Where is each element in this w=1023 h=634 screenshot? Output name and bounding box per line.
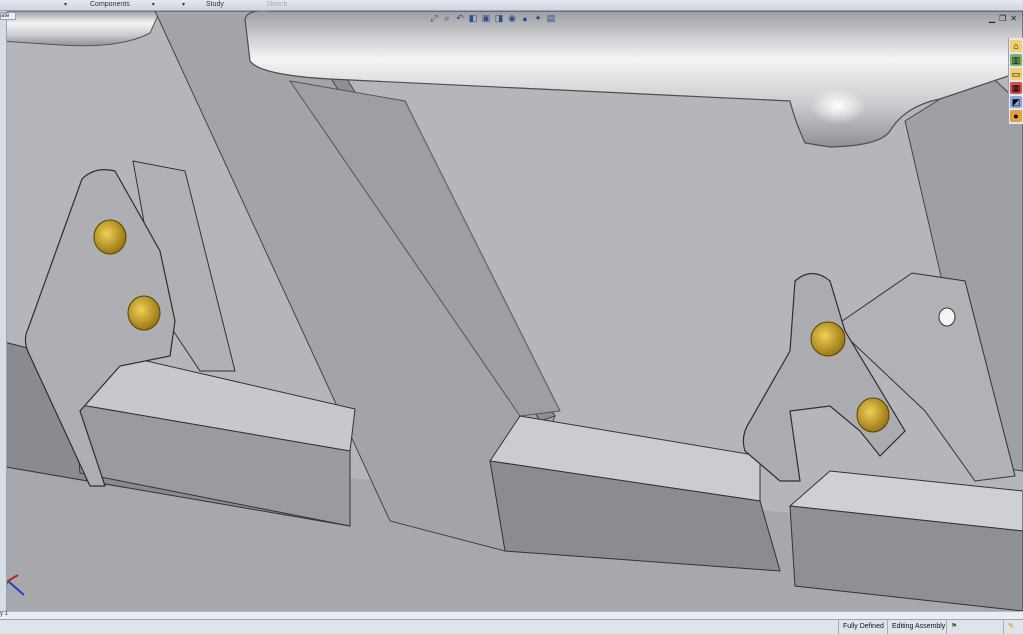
design-library-icon[interactable]: ▥ xyxy=(1010,54,1022,66)
status-bar: Fully Defined Editing Assembly ⚑ ✎ xyxy=(0,619,1023,634)
hide-show-icon[interactable]: ◉ xyxy=(506,13,518,24)
tab-dropdown-arrow[interactable]: ▾ xyxy=(62,0,67,10)
view-palette-icon[interactable]: ▦ xyxy=(1010,82,1022,94)
bolt-hole xyxy=(938,307,956,327)
feature-manager-panel[interactable]: ate xyxy=(0,11,16,611)
tab-components[interactable]: Components ▾ xyxy=(90,0,155,10)
panel-label: ate xyxy=(0,12,16,20)
pin-3 xyxy=(810,321,846,357)
file-explorer-icon[interactable]: ▭ xyxy=(1010,68,1022,80)
close-icon[interactable]: ✕ xyxy=(1010,14,1017,23)
status-editing: Editing Assembly xyxy=(887,620,945,634)
heads-up-view-toolbar: ⤢ ⌕ ↶ ◧ ▣ ◨ ◉ ● ✦ ▤ xyxy=(428,13,557,24)
rebuild-status-icon[interactable]: ⚑ xyxy=(946,620,957,634)
view-orientation-icon[interactable]: ▣ xyxy=(480,13,492,24)
appearances-icon[interactable]: ◩ xyxy=(1010,96,1022,108)
home-icon[interactable]: ⌂ xyxy=(1010,40,1022,52)
task-pane: ⌂ ▥ ▭ ▦ ◩ ● xyxy=(1008,38,1023,124)
command-manager-tabs: ▾ Components ▾ ▾ Study Sketch xyxy=(0,0,1023,11)
scene-icon[interactable]: ✦ xyxy=(532,13,544,24)
help-icon[interactable]: ✎ xyxy=(1003,620,1014,634)
display-style-icon[interactable]: ◨ xyxy=(493,13,505,24)
pin-2 xyxy=(127,295,161,331)
zoom-fit-icon[interactable]: ⤢ xyxy=(428,13,440,24)
zoom-area-icon[interactable]: ⌕ xyxy=(441,13,453,24)
assembly-model xyxy=(0,11,1023,611)
status-fully-defined: Fully Defined xyxy=(838,620,884,634)
graphics-viewport[interactable]: ⤢ ⌕ ↶ ◧ ▣ ◨ ◉ ● ✦ ▤ ▁ ❐ ✕ xyxy=(0,11,1023,611)
edit-appearance-icon[interactable]: ● xyxy=(519,13,531,24)
tab-arrow[interactable]: ▾ xyxy=(180,0,185,10)
restore-icon[interactable]: ❐ xyxy=(999,14,1006,23)
pin-1 xyxy=(93,219,127,255)
tab-sketch[interactable]: Sketch xyxy=(266,0,287,10)
minimize-icon[interactable]: ▁ xyxy=(989,14,995,23)
pin-4 xyxy=(856,397,890,433)
window-controls: ▁ ❐ ✕ xyxy=(989,14,1017,23)
tab-study[interactable]: Study xyxy=(206,0,224,10)
section-view-icon[interactable]: ◧ xyxy=(467,13,479,24)
bottom-left-label: y 1 xyxy=(0,611,9,617)
previous-view-icon[interactable]: ↶ xyxy=(454,13,466,24)
chevron-down-icon: ▾ xyxy=(151,2,155,8)
tab-components-label: Components xyxy=(90,1,130,8)
view-settings-icon[interactable]: ▤ xyxy=(545,13,557,24)
custom-properties-icon[interactable]: ● xyxy=(1010,110,1022,122)
